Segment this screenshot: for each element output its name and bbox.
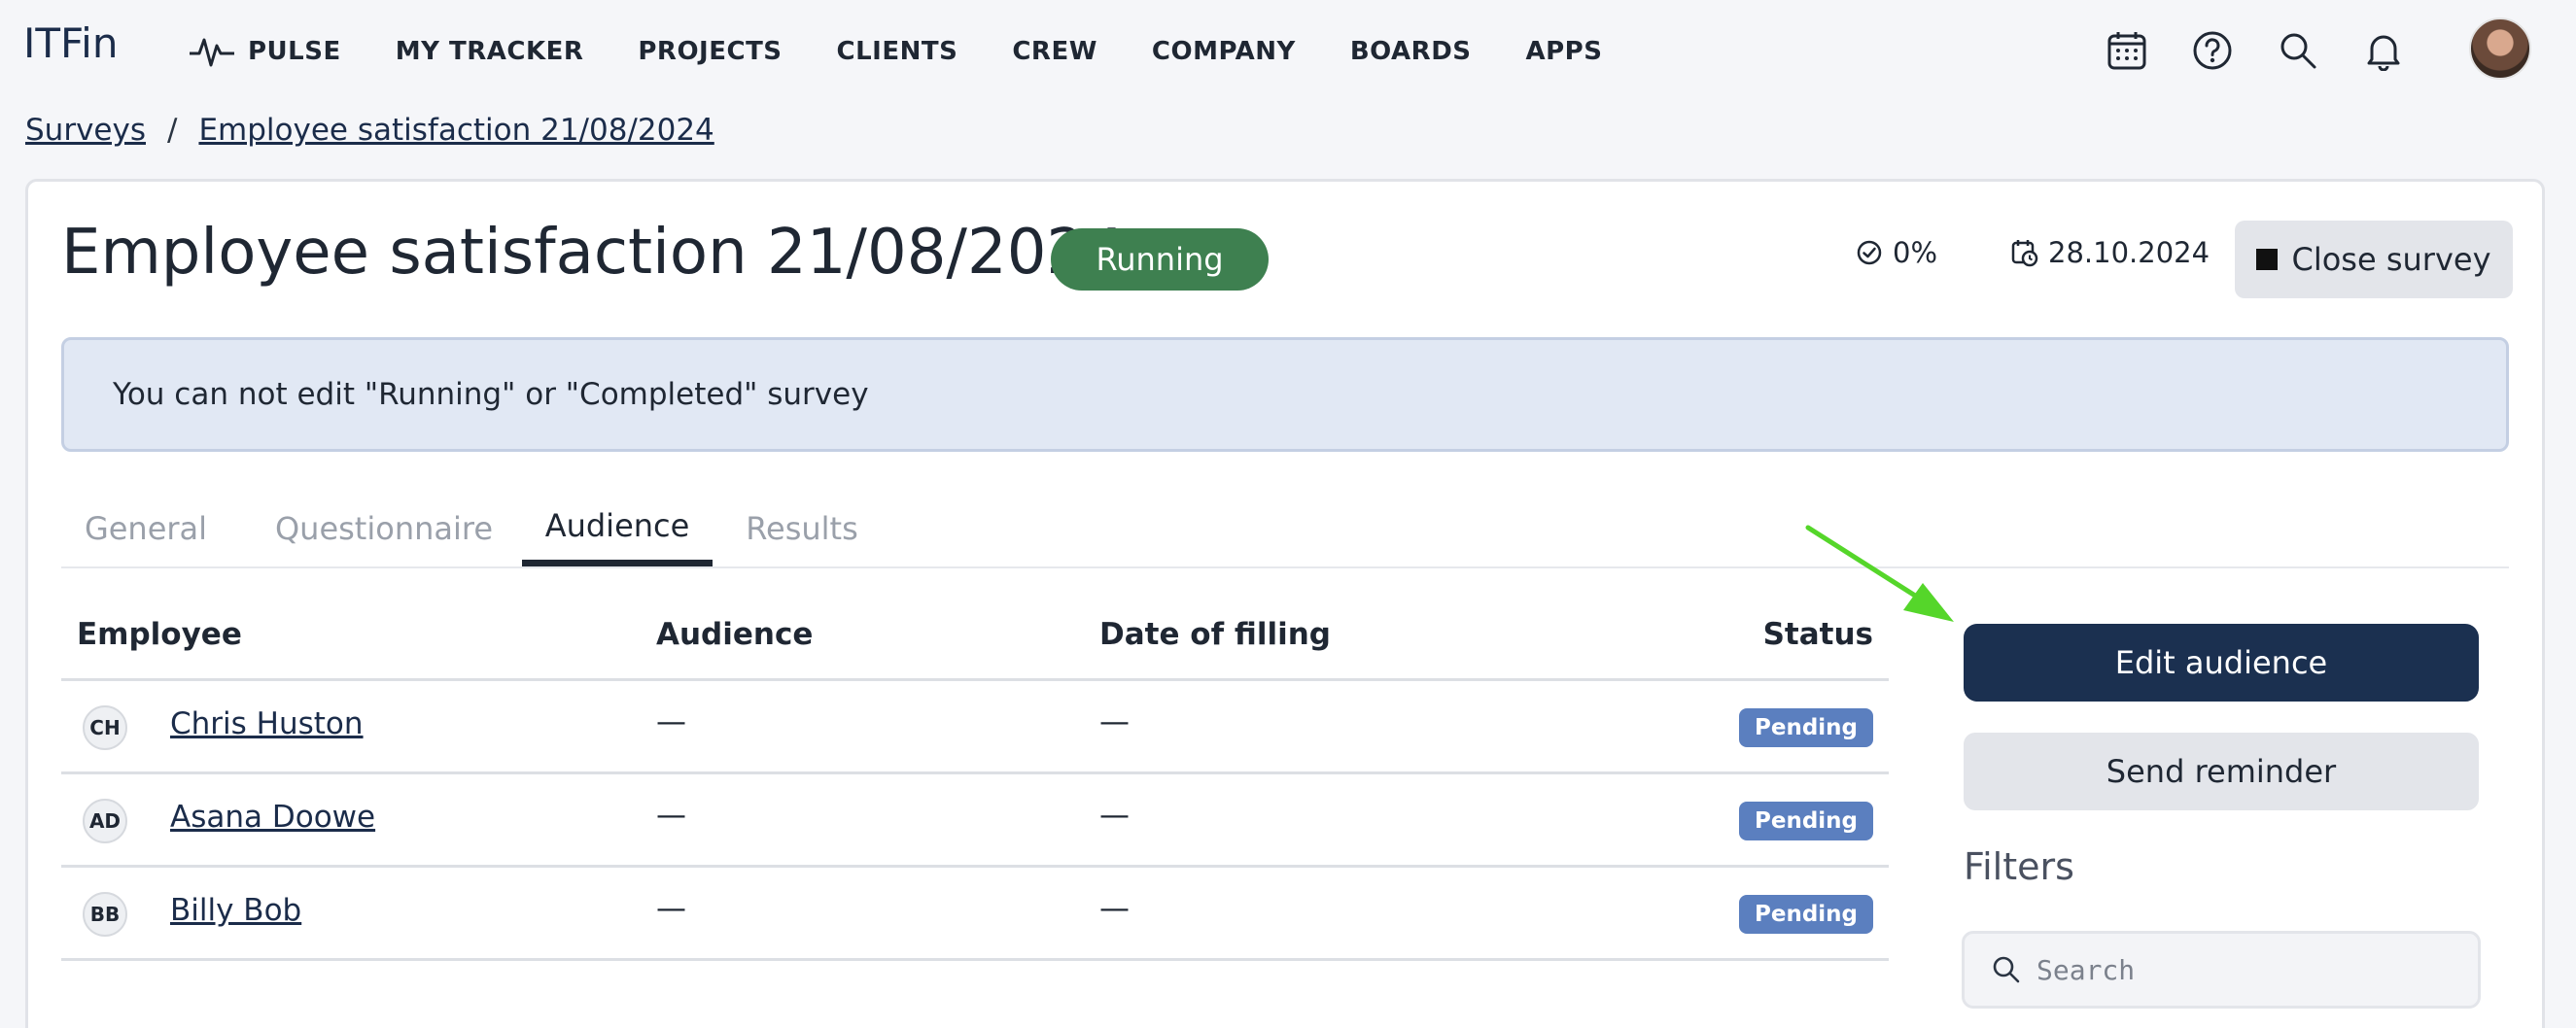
table-row: BB Billy Bob — — Pending	[61, 868, 1889, 961]
survey-deadline: 28.10.2024	[2011, 236, 2210, 269]
nav-item-apps[interactable]: APPS	[1526, 37, 1603, 66]
date-value: —	[1099, 798, 1130, 833]
stop-icon	[2256, 249, 2279, 270]
search-icon	[1993, 956, 2020, 983]
progress-value: 0%	[1893, 236, 1938, 269]
calendar-icon[interactable]	[2098, 21, 2156, 80]
column-employee[interactable]: Employee	[77, 617, 242, 652]
employee-name-link[interactable]: Asana Doowe	[170, 800, 375, 835]
pending-badge: Pending	[1738, 802, 1873, 840]
edit-restriction-notice: You can not edit "Running" or "Completed…	[61, 337, 2509, 452]
pulse-icon	[190, 38, 234, 67]
nav-item-label: PULSE	[248, 37, 341, 66]
tab-questionnaire[interactable]: Questionnaire	[265, 491, 503, 566]
top-nav: ITFin PULSE MY TRACKER PROJECTS CLIENTS …	[0, 0, 2576, 103]
pending-badge: Pending	[1738, 895, 1873, 934]
nav-item-company[interactable]: COMPANY	[1152, 37, 1296, 66]
audience-value: —	[656, 891, 686, 926]
employee-initials: BB	[83, 892, 127, 937]
audience-value: —	[656, 704, 686, 739]
survey-progress: 0%	[1856, 236, 1937, 269]
filter-search-input[interactable]	[2036, 953, 2464, 986]
nav-item-pulse[interactable]: PULSE	[188, 32, 341, 71]
employee-name-link[interactable]: Billy Bob	[170, 893, 301, 928]
survey-tabs: General Questionnaire Audience Results	[61, 491, 2509, 568]
nav-item-crew[interactable]: CREW	[1012, 37, 1097, 66]
filter-search-box	[1962, 931, 2481, 1009]
pending-badge: Pending	[1738, 708, 1873, 747]
deadline-value: 28.10.2024	[2048, 236, 2210, 269]
column-date-of-filling[interactable]: Date of filling	[1099, 617, 1331, 652]
close-survey-button[interactable]: Close survey	[2235, 221, 2513, 298]
breadcrumb-current[interactable]: Employee satisfaction 21/08/2024	[198, 113, 714, 148]
nav-item-clients[interactable]: CLIENTS	[837, 37, 958, 66]
tab-general[interactable]: General	[61, 491, 230, 566]
app-logo[interactable]: ITFin	[23, 19, 118, 67]
edit-audience-button[interactable]: Edit audience	[1964, 624, 2479, 702]
tab-audience[interactable]: Audience	[522, 491, 713, 566]
filters-heading: Filters	[1964, 845, 2074, 888]
date-value: —	[1099, 891, 1130, 926]
date-value: —	[1099, 704, 1130, 739]
audience-value: —	[656, 798, 686, 833]
employee-name-link[interactable]: Chris Huston	[170, 706, 364, 741]
breadcrumb-surveys[interactable]: Surveys	[25, 113, 146, 148]
column-audience[interactable]: Audience	[656, 617, 813, 652]
employee-initials: CH	[83, 705, 127, 750]
table-row: AD Asana Doowe — — Pending	[61, 774, 1889, 868]
search-icon[interactable]	[2269, 21, 2327, 80]
table-header: Employee Audience Date of filling Status	[61, 590, 1889, 681]
employee-initials: AD	[83, 799, 127, 843]
check-circle-icon	[1857, 240, 1882, 265]
breadcrumb: Surveys / Employee satisfaction 21/08/20…	[25, 113, 714, 148]
status-badge: Running	[1051, 228, 1269, 291]
column-status[interactable]: Status	[1763, 617, 1873, 652]
bell-icon[interactable]	[2354, 21, 2413, 80]
breadcrumb-separator: /	[167, 113, 178, 148]
help-icon[interactable]	[2183, 21, 2242, 80]
audience-table: Employee Audience Date of filling Status…	[61, 590, 1889, 961]
nav-item-my-tracker[interactable]: MY TRACKER	[396, 37, 584, 66]
send-reminder-button[interactable]: Send reminder	[1964, 733, 2479, 810]
survey-card: Employee satisfaction 21/08/2024 Running…	[25, 179, 2545, 1028]
table-row: CH Chris Huston — — Pending	[61, 681, 1889, 774]
tab-results[interactable]: Results	[732, 491, 872, 566]
page-title: Employee satisfaction 21/08/2024	[61, 217, 1126, 289]
nav-item-boards[interactable]: BOARDS	[1350, 37, 1472, 66]
calendar-clock-icon	[2011, 240, 2038, 267]
main-nav: PULSE MY TRACKER PROJECTS CLIENTS CREW C…	[188, 0, 1656, 103]
close-survey-label: Close survey	[2291, 241, 2491, 278]
user-avatar[interactable]	[2469, 17, 2531, 80]
nav-item-projects[interactable]: PROJECTS	[638, 37, 782, 66]
